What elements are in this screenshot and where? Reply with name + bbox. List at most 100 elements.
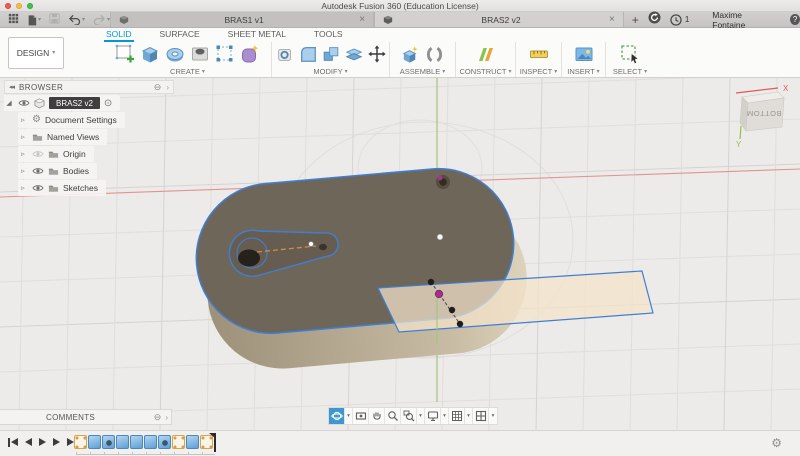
pattern-button[interactable] [214,43,236,65]
workspace-switcher-button[interactable]: DESIGN ▾ [8,37,64,69]
view-cube[interactable]: X BOTTOM Y [728,80,798,152]
play-button[interactable] [39,437,46,447]
timeline-feature[interactable] [116,435,129,449]
revolve-button[interactable] [164,43,186,65]
group-label-create[interactable]: CREATE ▾ [170,67,205,76]
group-label-modify[interactable]: MODIFY ▾ [313,67,347,76]
press-pull-button[interactable] [275,44,295,64]
user-account-button[interactable]: Maxime Fontaine [712,10,771,30]
expand-icon[interactable]: ▹ [18,116,28,124]
fit-caret[interactable]: ▾ [417,408,425,424]
save-button[interactable] [49,11,60,29]
timeline-settings-gear-icon[interactable]: ⚙ [771,436,782,450]
go-to-start-button[interactable] [8,437,18,447]
redo-button[interactable]: ▾ [93,14,110,25]
step-back-button[interactable] [25,437,32,447]
pocket-hole-small[interactable] [319,243,327,251]
insert-canvas-button[interactable] [573,43,595,65]
viewports-button[interactable] [473,408,489,424]
timeline-feature[interactable] [74,435,87,449]
chain-point-magenta[interactable] [434,289,444,299]
hole-button[interactable] [189,43,211,65]
panel-resize-icon[interactable]: › [165,413,168,422]
display-caret[interactable]: ▾ [441,408,449,424]
timeline-feature[interactable] [102,435,115,449]
construct-plane-button[interactable] [475,43,497,65]
panel-resize-icon[interactable]: › [166,83,169,92]
grid-caret[interactable]: ▾ [465,408,473,424]
orbit-button[interactable] [329,408,345,424]
joint-button[interactable] [424,44,445,65]
extrude-button[interactable] [139,43,161,65]
eye-icon[interactable] [32,184,44,192]
tab-tools[interactable]: TOOLS [312,29,345,42]
browser-root-row[interactable]: ◢ BRAS2 v2 ⊙ [4,95,121,111]
move-button[interactable] [367,44,387,64]
close-tab-icon[interactable]: × [609,14,615,25]
timeline-position-marker[interactable] [209,433,217,452]
browser-item-bodies[interactable]: ▹ Bodies [18,163,97,179]
timeline-feature[interactable] [172,435,185,449]
grid-snaps-button[interactable] [449,408,465,424]
select-button[interactable] [619,43,641,65]
group-label-inspect[interactable]: INSPECT ▾ [520,67,558,76]
close-tab-icon[interactable]: × [359,14,365,25]
edge-hole[interactable] [436,175,450,189]
measure-button[interactable] [528,43,550,65]
eye-icon[interactable] [18,99,30,107]
browser-item-named-views[interactable]: ▹ Named Views [18,129,108,145]
timeline-feature[interactable] [144,435,157,449]
browser-item-origin[interactable]: ▹ Origin [18,146,94,162]
fit-button[interactable] [401,408,417,424]
step-forward-button[interactable] [53,437,60,447]
orbit-caret[interactable]: ▾ [345,408,353,424]
pocket-hole-large[interactable] [238,249,260,267]
group-label-assemble[interactable]: ASSEMBLE ▾ [400,67,445,76]
document-tab-bras1[interactable]: BRAS1 v1 × [110,12,375,27]
offset-face-button[interactable] [344,44,364,64]
timeline-feature[interactable] [158,435,171,449]
origin-point[interactable] [437,175,443,181]
tab-solid[interactable]: SOLID [104,29,134,42]
file-menu-button[interactable]: ▾ [27,14,41,26]
create-form-button[interactable] [239,43,261,65]
combine-button[interactable] [321,44,341,64]
expand-icon[interactable]: ▹ [18,150,28,158]
browser-header[interactable]: ◂◂ BROWSER ⊖ › [4,80,174,94]
detach-panel-icon[interactable]: ⊖ [154,82,162,93]
help-button[interactable]: ? [790,14,800,25]
look-at-button[interactable] [353,408,369,424]
document-tab-bras2[interactable]: BRAS2 v2 × [374,12,624,27]
tab-sheet-metal[interactable]: SHEET METAL [226,29,288,42]
fillet-button[interactable] [298,44,318,64]
display-settings-button[interactable] [425,408,441,424]
app-grid-icon[interactable] [8,11,19,29]
undo-button[interactable]: ▾ [68,14,85,25]
group-label-insert[interactable]: INSERT ▾ [567,67,599,76]
eye-icon[interactable] [32,167,44,175]
new-tab-button[interactable]: + [632,14,639,26]
group-label-select[interactable]: SELECT ▾ [613,67,647,76]
sketch-point-white[interactable] [308,241,314,247]
group-label-construct[interactable]: CONSTRUCT ▾ [459,67,511,76]
eye-off-icon[interactable] [32,150,44,158]
detach-panel-icon[interactable]: ⊖ [154,412,162,423]
collapse-panel-icon[interactable]: ◂◂ [9,83,15,91]
expand-root-icon[interactable]: ◢ [4,99,14,107]
viewports-caret[interactable]: ▾ [489,408,497,424]
comments-panel[interactable]: COMMENTS ⊖ › [0,409,172,425]
expand-icon[interactable]: ▹ [18,167,28,175]
pan-button[interactable] [369,408,385,424]
notification-center-button[interactable]: 1 [670,13,689,26]
browser-item-sketches[interactable]: ▹ Sketches [18,180,106,196]
tab-surface[interactable]: SURFACE [158,29,202,42]
timeline-feature[interactable] [186,435,199,449]
root-component-name[interactable]: BRAS2 v2 [49,97,100,109]
create-sketch-button[interactable] [114,43,136,65]
new-component-button[interactable] [400,44,421,65]
timeline-feature[interactable] [130,435,143,449]
job-status-icon[interactable] [648,11,661,29]
activate-component-icon[interactable]: ⊙ [104,98,112,109]
expand-icon[interactable]: ▹ [18,184,28,192]
face-point[interactable] [436,233,444,241]
